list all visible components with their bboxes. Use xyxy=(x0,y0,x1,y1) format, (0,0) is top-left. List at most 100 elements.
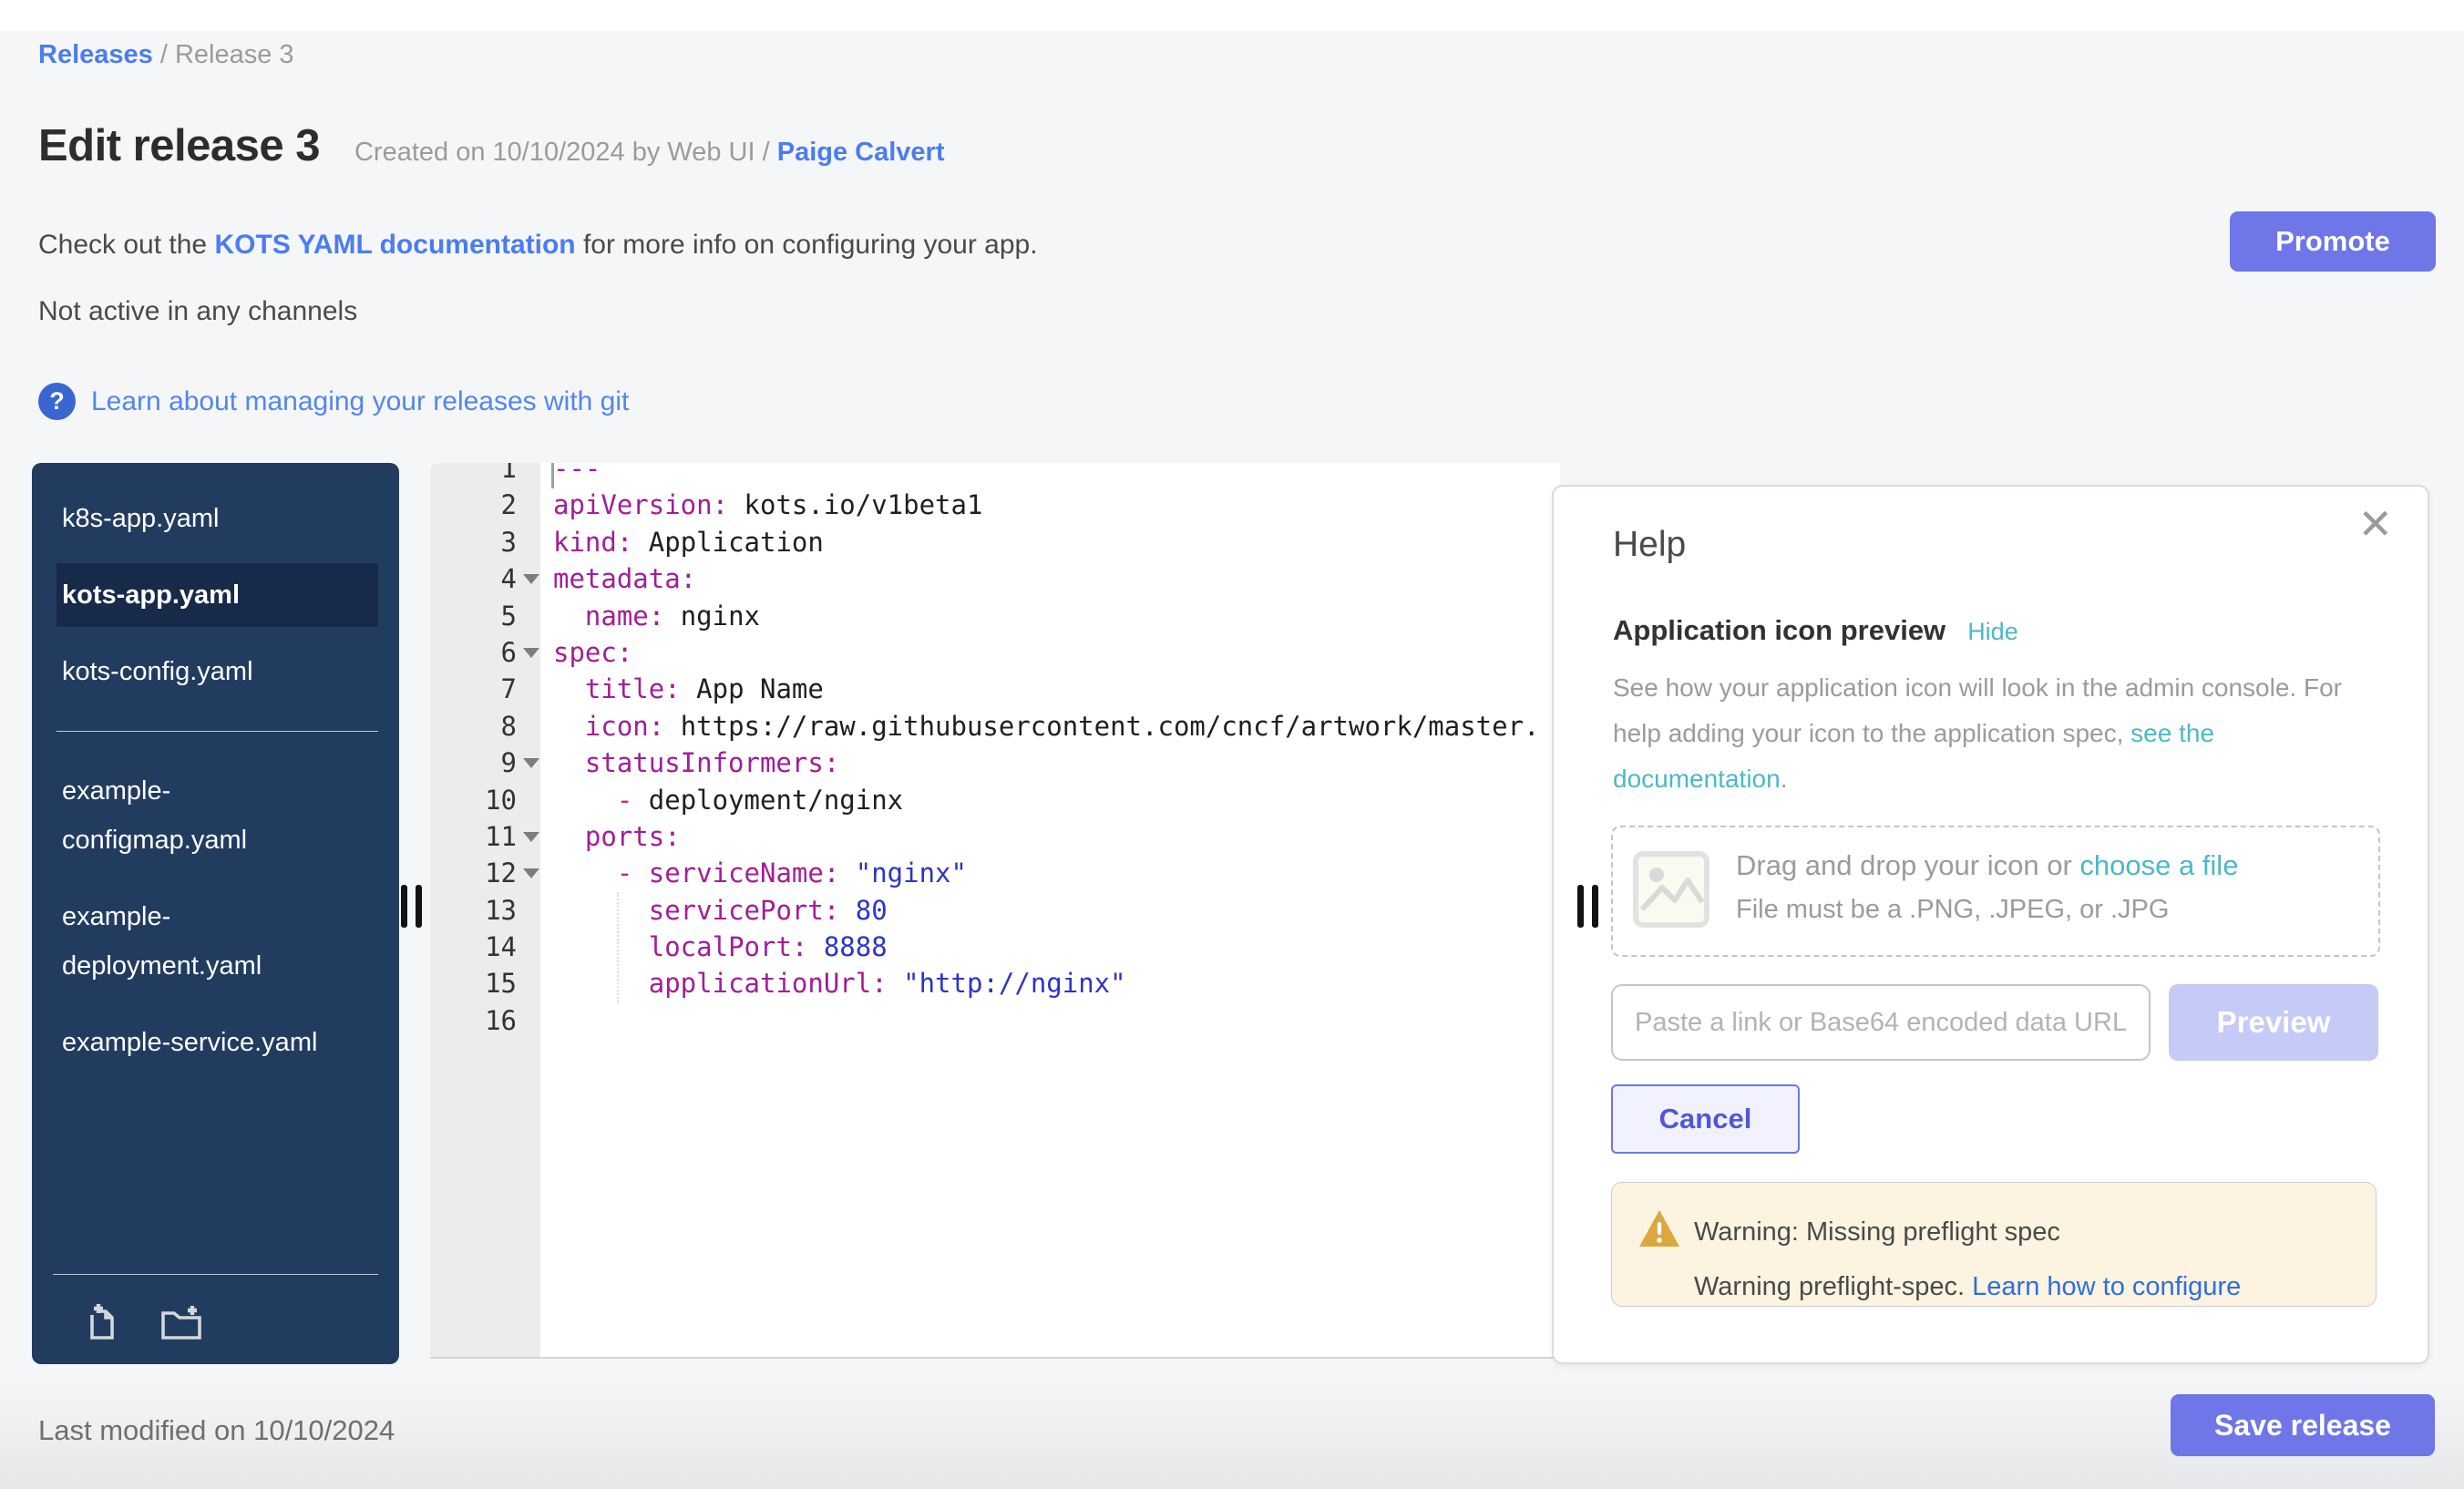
gutter-line-number: 3 xyxy=(430,524,540,560)
gutter-line-number: 2 xyxy=(430,487,540,523)
sidebar-file-item[interactable]: k8s-app.yaml xyxy=(56,487,378,550)
help-panel: ✕ Help Application icon preview Hide See… xyxy=(1552,485,2429,1364)
breadcrumb-separator: / xyxy=(153,40,175,69)
cancel-button[interactable]: Cancel xyxy=(1611,1084,1800,1154)
file-tree-sidebar: k8s-app.yaml kots-app.yaml kots-config.yam… xyxy=(32,463,399,1364)
gutter-line-number: 11 xyxy=(430,818,540,855)
question-mark-icon: ? xyxy=(38,383,76,420)
code-line[interactable]: metadata: xyxy=(540,560,1560,597)
gutter-line-number: 6 xyxy=(430,634,540,671)
choose-file-link[interactable]: choose a file xyxy=(2079,849,2238,881)
icon-preview-description: See how your application icon will look … xyxy=(1613,665,2369,802)
file-list: k8s-app.yaml kots-app.yaml kots-config.yam… xyxy=(32,463,399,1074)
gutter-line-number: 8 xyxy=(430,708,540,744)
warning-triangle-icon xyxy=(1638,1208,1681,1253)
indent-guide xyxy=(617,892,619,1002)
code-line[interactable]: localPort: 8888 xyxy=(540,929,1560,965)
code-line[interactable] xyxy=(540,1002,1560,1039)
help-panel-title: Help xyxy=(1613,525,1686,565)
hide-link[interactable]: Hide xyxy=(1967,618,2018,646)
code-line[interactable]: servicePort: 80 xyxy=(540,892,1560,929)
last-modified-text: Last modified on 10/10/2024 xyxy=(38,1414,395,1447)
icon-url-input[interactable] xyxy=(1611,984,2151,1061)
code-line[interactable]: - deployment/nginx xyxy=(540,782,1560,818)
code-line[interactable]: kind: Application xyxy=(540,524,1560,560)
gutter-line-number: 12 xyxy=(430,855,540,891)
breadcrumb: Releases / Release 3 xyxy=(38,40,294,70)
warning-detail-text: Warning preflight-spec. xyxy=(1694,1272,1972,1301)
description-period: . xyxy=(1781,765,1788,793)
warning-detail: Warning preflight-spec. Learn how to con… xyxy=(1694,1272,2241,1302)
new-folder-icon[interactable] xyxy=(158,1300,205,1342)
gutter-line-number: 15 xyxy=(430,965,540,1001)
new-file-icon[interactable] xyxy=(81,1300,123,1342)
text-cursor xyxy=(551,463,554,488)
icon-dropzone[interactable]: Drag and drop your icon or choose a file… xyxy=(1611,826,2380,957)
gutter-line-number: 7 xyxy=(430,671,540,707)
editor-content[interactable]: ---apiVersion: kots.io/v1beta1kind: Appl… xyxy=(540,463,1560,1357)
dropzone-text: Drag and drop your icon or xyxy=(1736,849,2079,881)
image-placeholder-icon xyxy=(1633,851,1709,932)
sidebar-file-item[interactable]: kots-app.yaml xyxy=(56,563,378,627)
gutter-line-number: 16 xyxy=(430,1002,540,1039)
fold-arrow-icon[interactable] xyxy=(523,574,539,584)
learn-configure-link[interactable]: Learn how to configure xyxy=(1972,1272,2241,1301)
created-info: Created on 10/10/2024 by Web UI / Paige … xyxy=(354,138,945,168)
editor-gutter: 12345678910111213141516 xyxy=(430,463,540,1357)
title-row: Edit release 3 Created on 10/10/2024 by … xyxy=(38,120,945,171)
gutter-line-number: 13 xyxy=(430,892,540,929)
icon-preview-section-header: Application icon preview Hide xyxy=(1613,614,2018,647)
sidebar-file-item[interactable]: example-deployment.yaml xyxy=(56,885,378,998)
close-icon[interactable]: ✕ xyxy=(2357,499,2393,549)
yaml-editor[interactable]: 12345678910111213141516 ---apiVersion: k… xyxy=(430,463,1560,1359)
dropzone-line1: Drag and drop your icon or choose a file xyxy=(1736,849,2238,882)
kots-yaml-doc-link[interactable]: KOTS YAML documentation xyxy=(214,230,575,260)
save-release-button[interactable]: Save release xyxy=(2171,1394,2435,1456)
promote-button[interactable]: Promote xyxy=(2230,211,2436,272)
channel-status: Not active in any channels xyxy=(38,296,357,327)
breadcrumb-current: Release 3 xyxy=(175,40,294,69)
code-line[interactable]: spec: xyxy=(540,634,1560,671)
gutter-line-number: 5 xyxy=(430,598,540,634)
code-line[interactable]: --- xyxy=(540,463,1560,487)
code-line[interactable]: statusInformers: xyxy=(540,744,1560,781)
preflight-warning-box: Warning: Missing preflight spec Warning … xyxy=(1611,1182,2377,1307)
help-panel-resize-handle[interactable] xyxy=(1577,885,1598,928)
fold-arrow-icon[interactable] xyxy=(523,758,539,768)
code-line[interactable]: ports: xyxy=(540,818,1560,855)
created-text: Created on 10/10/2024 by Web UI / xyxy=(354,138,777,167)
file-list-divider xyxy=(56,731,378,732)
author-link[interactable]: Paige Calvert xyxy=(777,138,945,167)
git-help-row[interactable]: ? Learn about managing your releases wit… xyxy=(38,383,629,420)
git-help-link[interactable]: Learn about managing your releases with … xyxy=(91,386,629,417)
code-line[interactable]: apiVersion: kots.io/v1beta1 xyxy=(540,487,1560,523)
code-line[interactable]: - serviceName: "nginx" xyxy=(540,855,1560,891)
sidebar-resize-handle[interactable] xyxy=(401,885,422,928)
dropzone-line2: File must be a .PNG, .JPEG, or .JPG xyxy=(1736,895,2169,925)
warning-title: Warning: Missing preflight spec xyxy=(1694,1217,2060,1248)
fold-arrow-icon[interactable] xyxy=(523,648,539,658)
top-strip xyxy=(0,0,2464,31)
sidebar-actions xyxy=(81,1300,205,1342)
sidebar-bottom-divider xyxy=(53,1274,378,1275)
sidebar-file-item[interactable]: example-service.yaml xyxy=(56,1011,378,1074)
sidebar-file-item[interactable]: example-configmap.yaml xyxy=(56,759,378,872)
icon-preview-title: Application icon preview xyxy=(1613,614,1946,647)
breadcrumb-releases-link[interactable]: Releases xyxy=(38,40,153,69)
gutter-line-number: 14 xyxy=(430,929,540,965)
gutter-line-number: 10 xyxy=(430,782,540,818)
doc-hint-post: for more info on configuring your app. xyxy=(576,230,1038,260)
page-title: Edit release 3 xyxy=(38,120,320,171)
code-line[interactable]: icon: https://raw.githubusercontent.com/… xyxy=(540,708,1560,744)
code-line[interactable]: name: nginx xyxy=(540,598,1560,634)
code-line[interactable]: applicationUrl: "http://nginx" xyxy=(540,965,1560,1001)
sidebar-file-item[interactable]: kots-config.yaml xyxy=(56,640,378,703)
gutter-line-number: 1 xyxy=(430,463,540,487)
fold-arrow-icon[interactable] xyxy=(523,832,539,842)
fold-arrow-icon[interactable] xyxy=(523,868,539,878)
gutter-line-number: 9 xyxy=(430,744,540,781)
doc-hint-line: Check out the KOTS YAML documentation fo… xyxy=(38,230,1038,261)
gutter-line-number: 4 xyxy=(430,560,540,597)
preview-button[interactable]: Preview xyxy=(2169,984,2378,1061)
code-line[interactable]: title: App Name xyxy=(540,671,1560,707)
